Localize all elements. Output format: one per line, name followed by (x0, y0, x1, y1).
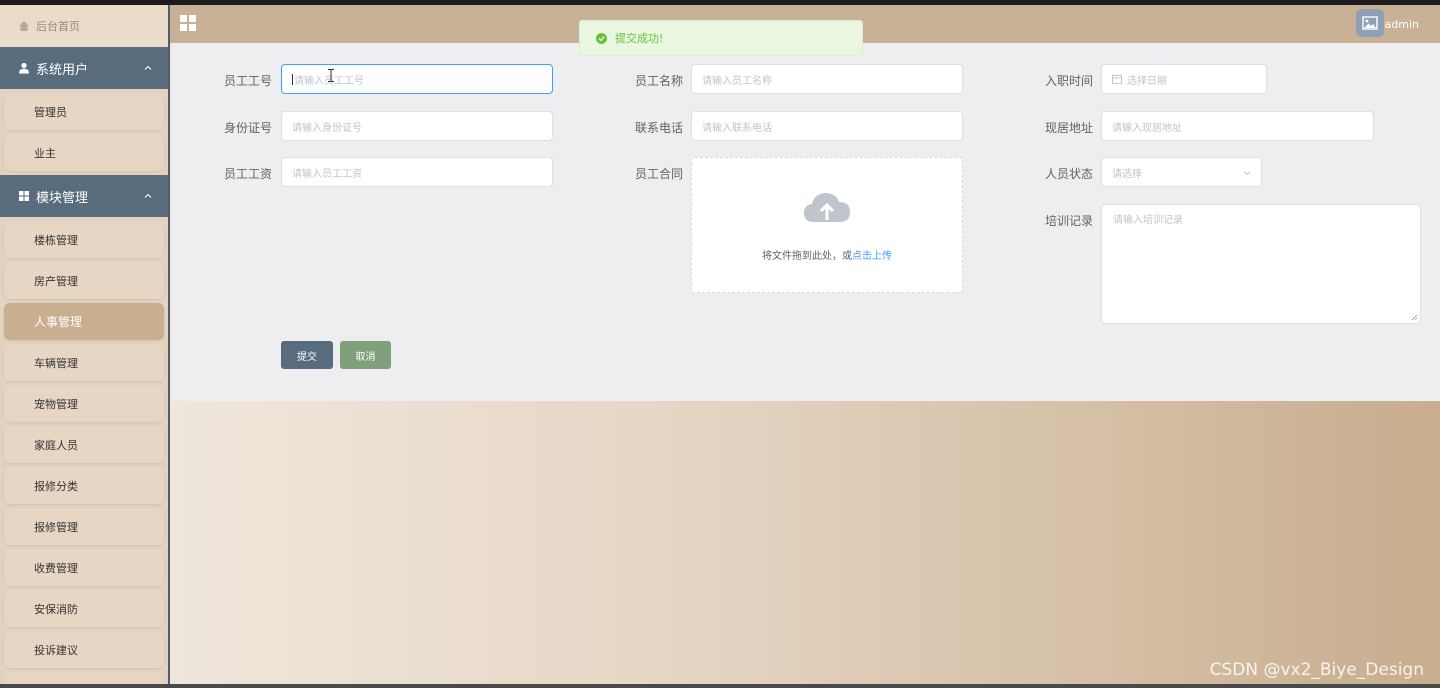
sidebar-item-owner[interactable]: 业主 (4, 134, 164, 171)
cancel-button[interactable]: 取消 (340, 341, 391, 369)
employee-name-placeholder: 请输入员工名称 (702, 75, 772, 87)
contract-upload-dropzone[interactable]: 将文件拖到此处，或点击上传 (691, 157, 963, 293)
sidebar-item-label: 人事管理 (34, 315, 83, 329)
success-check-icon (596, 32, 607, 44)
chevron-up-icon (144, 193, 152, 198)
phone-placeholder: 请输入联系电话 (702, 122, 772, 134)
upload-hint-text: 将文件拖到此处，或 (762, 251, 852, 262)
sidebar-item-property[interactable]: 房产管理 (4, 262, 164, 299)
sidebar-item-home[interactable]: 后台首页 (0, 5, 168, 47)
sidebar-item-label: 业主 (34, 146, 56, 160)
sidebar-item-label: 投诉建议 (34, 643, 78, 657)
training-textarea[interactable]: 请输入培训记录 (1101, 204, 1421, 324)
sidebar-item-label: 安保消防 (34, 602, 78, 616)
sidebar-item-repair[interactable]: 报修管理 (4, 508, 164, 545)
sidebar-item-label: 后台首页 (36, 20, 80, 33)
watermark: CSDN @vx2_Biye_Design (1209, 660, 1424, 680)
sidebar-item-label: 家庭人员 (34, 438, 78, 452)
training-label: 培训记录 (1044, 214, 1093, 228)
upload-cloud-icon (804, 193, 850, 222)
sidebar-item-vehicles[interactable]: 车辆管理 (4, 344, 164, 381)
calendar-icon (1112, 75, 1122, 84)
sidebar-item-more[interactable] (4, 672, 164, 684)
sidebar-item-pets[interactable]: 宠物管理 (4, 385, 164, 422)
sidebar-item-repair-category[interactable]: 报修分类 (4, 467, 164, 504)
id-number-input[interactable]: 请输入身份证号 (281, 111, 553, 141)
grid-icon (19, 191, 29, 201)
employee-form: 员工工号 请输入员工工号 员工名称 请输入员工名称 入职时间 选择日期 身份证号… (172, 43, 1440, 401)
avatar[interactable] (1356, 9, 1384, 37)
upload-click-link[interactable]: 点击上传 (852, 251, 892, 262)
phone-input[interactable]: 请输入联系电话 (691, 111, 963, 141)
sidebar-item-label: 报修管理 (34, 520, 78, 534)
sidebar-item-label: 房产管理 (34, 274, 78, 288)
window-bottom-strip (0, 684, 1440, 688)
chevron-down-icon (1243, 171, 1251, 176)
sidebar-item-label: 楼栋管理 (34, 233, 78, 247)
employee-no-input[interactable]: 请输入员工工号 (281, 64, 553, 94)
status-placeholder: 请选择 (1112, 168, 1142, 180)
id-number-placeholder: 请输入身份证号 (292, 122, 362, 134)
chevron-up-icon (144, 65, 152, 70)
hire-date-picker[interactable]: 选择日期 (1101, 64, 1267, 94)
toast-message: 提交成功! (615, 32, 664, 45)
sidebar: 后台首页 系统用户 管理员 业主 模块管理 楼栋管理 房产管理 人事管理 车辆管… (0, 5, 170, 684)
hire-date-label: 入职时间 (1044, 74, 1093, 88)
sidebar-group-label: 系统用户 (36, 62, 89, 78)
user-icon (19, 62, 29, 74)
salary-input[interactable]: 请输入员工工资 (281, 157, 553, 187)
text-caret (292, 73, 293, 85)
sidebar-item-label: 收费管理 (34, 561, 78, 575)
employee-name-label: 员工名称 (634, 74, 683, 88)
sidebar-group-system-users[interactable]: 系统用户 (0, 47, 168, 89)
employee-no-label: 员工工号 (223, 74, 272, 88)
sidebar-item-label: 宠物管理 (34, 397, 78, 411)
sidebar-item-family[interactable]: 家庭人员 (4, 426, 164, 463)
text-cursor-icon (328, 69, 334, 82)
image-icon (1362, 16, 1378, 30)
salary-placeholder: 请输入员工工资 (292, 168, 362, 180)
address-input[interactable]: 请输入现居地址 (1101, 111, 1374, 141)
resize-handle-icon[interactable] (1411, 314, 1418, 321)
status-label: 人员状态 (1044, 167, 1093, 181)
training-placeholder: 请输入培训记录 (1113, 215, 1183, 226)
sidebar-item-label: 管理员 (34, 105, 67, 119)
sidebar-group-modules[interactable]: 模块管理 (0, 175, 168, 217)
hire-date-placeholder: 选择日期 (1127, 75, 1167, 87)
sidebar-item-admin[interactable]: 管理员 (4, 93, 164, 130)
submit-button[interactable]: 提交 (281, 341, 333, 369)
sidebar-item-personnel[interactable]: 人事管理 (4, 303, 164, 340)
home-icon (19, 21, 29, 31)
sidebar-item-buildings[interactable]: 楼栋管理 (4, 221, 164, 258)
sidebar-group-label: 模块管理 (36, 190, 89, 206)
menu-toggle-icon[interactable] (180, 15, 196, 31)
status-select[interactable]: 请选择 (1101, 157, 1262, 187)
salary-label: 员工工资 (223, 167, 272, 181)
id-number-label: 身份证号 (223, 121, 272, 135)
username[interactable]: admin (1385, 18, 1419, 31)
contract-label: 员工合同 (634, 167, 683, 181)
phone-label: 联系电话 (634, 121, 683, 135)
sidebar-item-label: 报修分类 (34, 479, 78, 493)
sidebar-item-complaints[interactable]: 投诉建议 (4, 631, 164, 668)
address-label: 现居地址 (1044, 121, 1093, 135)
address-placeholder: 请输入现居地址 (1112, 122, 1182, 134)
sidebar-item-fees[interactable]: 收费管理 (4, 549, 164, 586)
sidebar-item-label: 车辆管理 (34, 356, 78, 370)
success-toast: 提交成功! (579, 20, 863, 56)
employee-name-input[interactable]: 请输入员工名称 (691, 64, 963, 94)
sidebar-item-security[interactable]: 安保消防 (4, 590, 164, 627)
upload-hint: 将文件拖到此处，或点击上传 (692, 247, 962, 262)
